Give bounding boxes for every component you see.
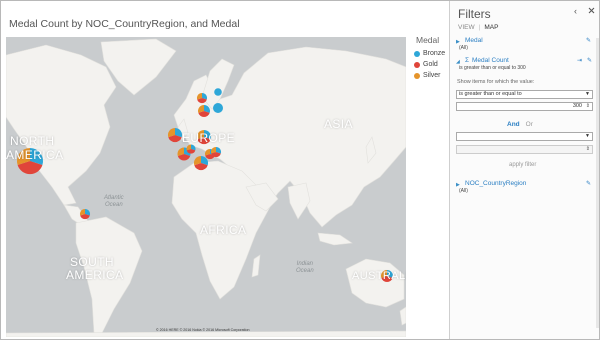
chevron-down-icon: ▼ <box>585 91 590 97</box>
or-option[interactable]: Or <box>526 121 533 128</box>
filter-tabs: VIEW | MAP <box>458 24 498 31</box>
map-canvas <box>6 38 406 337</box>
operator-select[interactable]: is greater than or equal to ▼ <box>456 90 593 99</box>
pie-italy <box>193 155 209 171</box>
spinner-icon[interactable]: ⇕ <box>586 103 590 110</box>
legend-item-bronze[interactable]: Bronze <box>414 48 448 59</box>
pie-venezuela <box>79 208 91 220</box>
label-australia: AUSTRALIA <box>352 270 406 282</box>
pie-slice-bronze <box>213 103 223 113</box>
filter-medal-count-summary: is greater than or equal to 300 <box>459 65 526 71</box>
eraser-icon[interactable]: ✎ <box>586 37 591 44</box>
legend-item-silver[interactable]: Silver <box>414 70 448 81</box>
tab-separator: | <box>478 24 481 31</box>
chevron-down-icon: ▼ <box>585 133 590 139</box>
world-map[interactable]: NORTH AMERICA EUROPE ASIA AFRICA SOUTH A… <box>6 37 406 337</box>
label-south-america-1: SOUTH <box>70 255 114 269</box>
pie-uk <box>167 127 183 143</box>
threshold-input[interactable]: 300 ⇕ <box>456 102 593 111</box>
eraser-icon[interactable]: ✎ <box>587 57 592 64</box>
tab-map[interactable]: MAP <box>484 24 498 31</box>
filter-mode-icon[interactable]: ⇥ <box>577 57 582 64</box>
legend-item-gold[interactable]: Gold <box>414 59 448 70</box>
label-atlantic-ocean: Atlantic Ocean <box>104 195 124 209</box>
pie-netherlands <box>186 144 196 154</box>
label-south-america-2: AMERICA <box>66 268 124 282</box>
filters-pane: Filters ‹ VIEW | MAP ▶ Medal ✎ (All) ◢ Σ M… <box>449 1 599 339</box>
label-north-america-1: NORTH <box>10 134 55 148</box>
map-copyright: © 2016 HERE © 2016 Nokia © 2016 Microsof… <box>156 328 250 332</box>
value2-input[interactable]: ⇕ <box>456 145 593 154</box>
ocean-word: Ocean <box>296 268 314 274</box>
legend-dot-silver <box>414 72 420 79</box>
filters-scrollbar[interactable] <box>596 38 599 328</box>
legend-dot-bronze <box>414 50 420 57</box>
north-america-shape <box>6 44 117 206</box>
sum-icon: Σ <box>465 57 470 64</box>
threshold-value: 300 <box>572 103 582 109</box>
operator2-select[interactable]: ▼ <box>456 132 593 141</box>
filter-field-medal[interactable]: Medal <box>465 37 483 44</box>
close-pane-icon[interactable] <box>588 6 595 16</box>
ocean-name: Indian <box>296 261 314 267</box>
madagascar-shape <box>251 254 261 278</box>
legend-dot-gold <box>414 61 420 68</box>
show-items-label: Show items for which the value: <box>457 79 535 85</box>
filters-title: Filters <box>458 7 491 21</box>
eraser-icon[interactable]: ✎ <box>586 180 591 187</box>
pie-finland <box>214 88 222 96</box>
land-layer <box>6 38 406 337</box>
legend-label: Silver <box>423 72 441 79</box>
filter-field-medal-count[interactable]: Medal Count <box>472 57 509 64</box>
map-visual: Medal Count by NOC_CountryRegion, and Me… <box>1 1 448 338</box>
legend: Medal Bronze Gold Silver <box>414 35 448 81</box>
spinner-icon[interactable]: ⇕ <box>586 146 590 153</box>
filter-noc-value: (All) <box>459 188 468 194</box>
logic-toggle: And Or <box>507 121 533 128</box>
ocean-name: Atlantic <box>104 195 124 201</box>
label-indian-ocean: Indian Ocean <box>296 261 314 275</box>
pie-sweden <box>197 104 211 118</box>
india-shape <box>287 182 311 220</box>
filter-field-noc[interactable]: NOC_CountryRegion <box>465 180 526 187</box>
pie-norway <box>196 92 208 104</box>
label-africa: AFRICA <box>200 223 247 237</box>
visual-title: Medal Count by NOC_CountryRegion, and Me… <box>9 18 240 30</box>
apply-filter-button[interactable]: apply filter <box>509 162 536 168</box>
label-asia: ASIA <box>324 117 353 131</box>
legend-label: Gold <box>423 61 438 68</box>
pie-slice-bronze <box>214 88 222 96</box>
collapse-icon[interactable]: ‹ <box>574 6 577 16</box>
pie-romania <box>210 146 222 158</box>
operator-value: is greater than or equal to <box>459 91 522 97</box>
indonesia-shape <box>317 232 353 246</box>
close-icon <box>588 7 595 14</box>
pie-russia <box>213 103 223 113</box>
ocean-word: Ocean <box>105 202 123 208</box>
australia-shape <box>345 258 405 308</box>
legend-label: Bronze <box>423 50 446 57</box>
tab-view[interactable]: VIEW <box>458 24 475 31</box>
filter-medal-value: (All) <box>459 45 468 51</box>
label-north-america-2: AMERICA <box>6 148 64 162</box>
and-option[interactable]: And <box>507 121 520 128</box>
label-europe: EUROPE <box>182 131 236 145</box>
legend-title: Medal <box>416 35 440 45</box>
new-zealand-shape <box>399 306 406 326</box>
